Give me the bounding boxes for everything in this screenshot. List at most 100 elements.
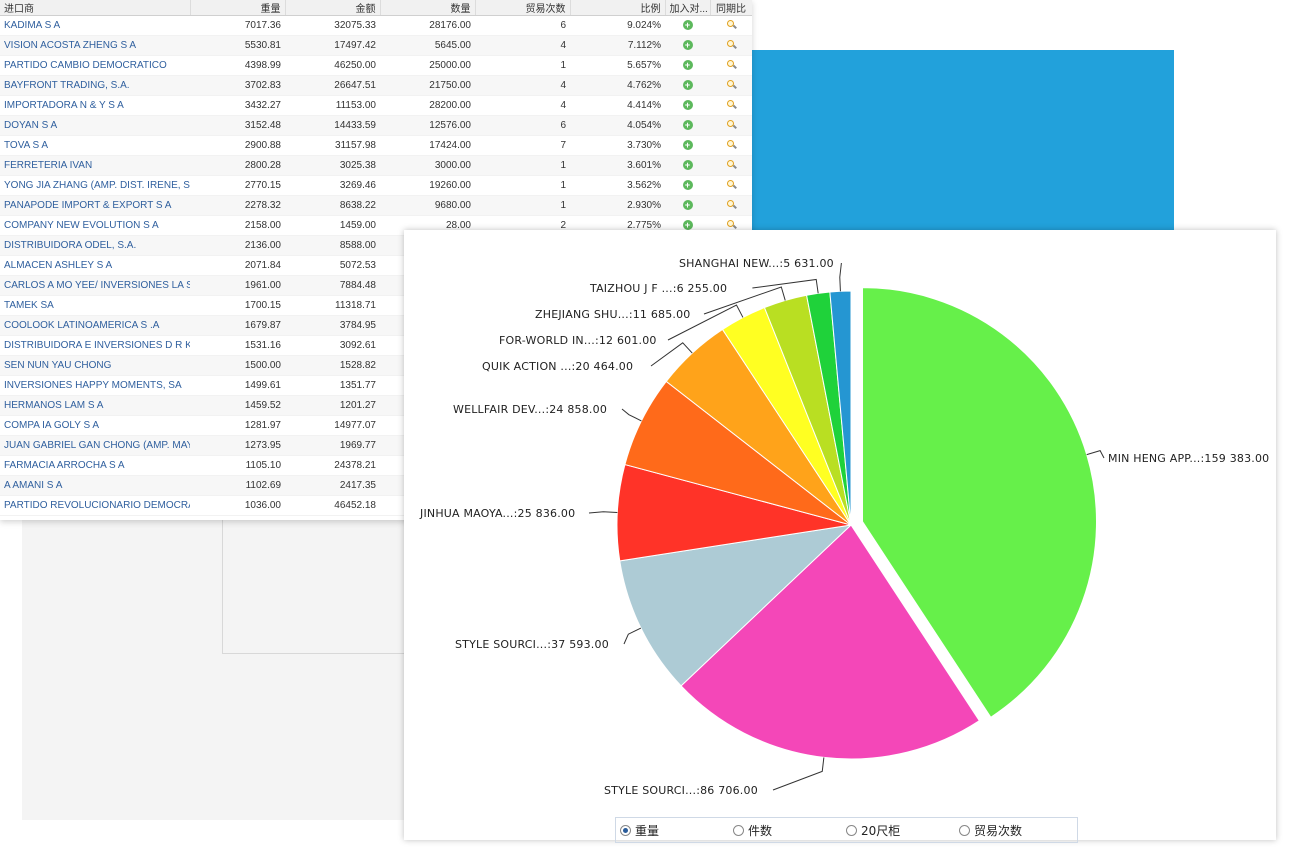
label-connector <box>1086 449 1105 459</box>
radio-pieces[interactable] <box>733 825 744 836</box>
table-row: IMPORTADORA N & Y S A 3432.27 11153.00 2820… <box>0 95 752 116</box>
quantity-cell: 3000.00 <box>380 155 475 176</box>
magnifier-icon[interactable] <box>726 99 736 109</box>
importer-name[interactable]: PANAPODE IMPORT & EXPORT S A <box>0 195 190 216</box>
blue-backdrop-block <box>748 50 1174 230</box>
weight-cell: 2136.00 <box>190 235 285 256</box>
importer-name[interactable]: BAYFRONT TRADING, S.A. <box>0 75 190 96</box>
importer-name[interactable]: COOLOOK LATINOAMERICA S .A <box>0 315 190 336</box>
period-compare-cell <box>710 95 752 116</box>
plus-circle-icon[interactable]: + <box>682 60 693 70</box>
plus-circle-icon[interactable]: + <box>682 120 693 130</box>
add-compare-cell: + <box>665 95 710 116</box>
magnifier-icon[interactable] <box>726 39 736 49</box>
slice-label: JINHUA MAOYA...:25 836.00 <box>419 507 575 520</box>
magnifier-icon[interactable] <box>726 159 736 169</box>
importer-name[interactable]: ALMACEN ASHLEY S A <box>0 255 190 276</box>
magnifier-icon[interactable] <box>726 119 736 129</box>
magnifier-icon[interactable] <box>726 139 736 149</box>
plus-circle-icon[interactable]: + <box>682 160 693 170</box>
radio-20ft-container[interactable] <box>846 825 857 836</box>
importer-name[interactable]: COMPA IA GOLY S A <box>0 415 190 436</box>
importer-name[interactable]: PARTIDO REVOLUCIONARIO DEMOCRAT... <box>0 495 190 516</box>
importer-name[interactable]: COMPANY NEW EVOLUTION S A <box>0 215 190 236</box>
header-amount[interactable]: 金额 <box>285 0 381 16</box>
magnifier-icon[interactable] <box>726 79 736 89</box>
plus-circle-icon[interactable]: + <box>682 220 693 230</box>
importer-name[interactable]: HERMANOS LAM S A <box>0 395 190 416</box>
ratio-cell: 4.054% <box>570 115 665 136</box>
plus-circle-icon[interactable]: + <box>682 80 693 90</box>
slice-label: WELLFAIR DEV...:24 858.00 <box>453 403 607 416</box>
option-pieces[interactable]: 件数 <box>733 822 772 839</box>
option-weight[interactable]: 重量 <box>620 822 659 839</box>
plus-circle-icon[interactable]: + <box>682 20 693 30</box>
pie-chart: MIN HENG APP...:159 383.00 STYLE SOURCI..… <box>419 257 1269 797</box>
add-compare-cell: + <box>665 155 710 176</box>
plus-circle-icon[interactable]: + <box>682 180 693 190</box>
plus-circle-icon[interactable]: + <box>682 200 693 210</box>
ratio-cell: 3.562% <box>570 175 665 196</box>
importer-name[interactable]: DOYAN S A <box>0 115 190 136</box>
plus-circle-icon[interactable]: + <box>682 40 693 50</box>
weight-cell: 2770.15 <box>190 175 285 196</box>
amount-cell: 32075.33 <box>285 15 380 36</box>
quantity-cell: 17424.00 <box>380 135 475 156</box>
importer-name[interactable]: FARMACIA ARROCHA S A <box>0 455 190 476</box>
importer-name[interactable]: SEN NUN YAU CHONG <box>0 355 190 376</box>
importer-name[interactable]: DISTRIBUIDORA ODEL, S.A. <box>0 235 190 256</box>
amount-cell: 3025.38 <box>285 155 380 176</box>
weight-cell: 1105.10 <box>190 455 285 476</box>
header-importer[interactable]: 进口商 <box>0 0 191 16</box>
weight-cell: 4398.99 <box>190 55 285 76</box>
importer-name[interactable]: KADIMA S A <box>0 15 190 36</box>
amount-cell: 5072.53 <box>285 255 380 276</box>
importer-name[interactable]: TAMEK SA <box>0 295 190 316</box>
magnifier-icon[interactable] <box>726 19 736 29</box>
empty-frame <box>222 500 414 654</box>
plus-circle-icon[interactable]: + <box>682 100 693 110</box>
importer-name[interactable]: YONG JIA ZHANG (AMP. DIST. IRENE, S.... <box>0 175 190 196</box>
importer-name[interactable]: FERRETERIA IVAN <box>0 155 190 176</box>
magnifier-icon[interactable] <box>726 219 736 229</box>
importer-name[interactable]: CARLOS A MO YEE/ INVERSIONES LA SI... <box>0 275 190 296</box>
table-row: YONG JIA ZHANG (AMP. DIST. IRENE, S.... 2… <box>0 175 752 196</box>
importer-name[interactable]: INVERSIONES HAPPY MOMENTS, SA <box>0 375 190 396</box>
weight-cell: 1459.52 <box>190 395 285 416</box>
header-weight[interactable]: 重量 <box>190 0 286 16</box>
quantity-cell: 21750.00 <box>380 75 475 96</box>
amount-cell: 14433.59 <box>285 115 380 136</box>
importer-name[interactable]: JUAN GABRIEL GAN CHONG (AMP. MAYO... <box>0 435 190 456</box>
importer-name[interactable]: TOVA S A <box>0 135 190 156</box>
table-row: KADIMA S A 7017.36 32075.33 28176.00 6 9.024%… <box>0 15 752 36</box>
radio-weight[interactable] <box>620 825 631 836</box>
importer-name[interactable]: DISTRIBUIDORA E INVERSIONES D R K ... <box>0 335 190 356</box>
magnifier-icon[interactable] <box>726 199 736 209</box>
add-compare-cell: + <box>665 175 710 196</box>
ratio-cell: 2.930% <box>570 195 665 216</box>
magnifier-icon[interactable] <box>726 179 736 189</box>
table-row: DOYAN S A 3152.48 14433.59 12576.00 6 4.054% + <box>0 115 752 136</box>
slice-label: STYLE SOURCI...:37 593.00 <box>455 638 609 651</box>
amount-cell: 11318.71 <box>285 295 380 316</box>
magnifier-icon[interactable] <box>726 59 736 69</box>
header-period-compare[interactable]: 同期比 <box>710 0 752 16</box>
amount-cell: 46250.00 <box>285 55 380 76</box>
measure-selector: 重量 件数 20尺柜 贸易次数 <box>615 817 1078 843</box>
trade-count-cell: 1 <box>475 55 570 76</box>
importer-name[interactable]: VISION ACOSTA ZHENG S A <box>0 35 190 56</box>
header-add-compare[interactable]: 加入对... <box>665 0 711 16</box>
radio-trade-count[interactable] <box>959 825 970 836</box>
weight-cell: 1679.87 <box>190 315 285 336</box>
header-ratio[interactable]: 比例 <box>570 0 666 16</box>
header-trade-count[interactable]: 贸易次数 <box>475 0 571 16</box>
plus-circle-icon[interactable]: + <box>682 140 693 150</box>
importer-name[interactable]: IMPORTADORA N & Y S A <box>0 95 190 116</box>
importer-name[interactable]: A AMANI S A <box>0 475 190 496</box>
trade-count-cell: 1 <box>475 155 570 176</box>
importer-name[interactable]: PARTIDO CAMBIO DEMOCRATICO <box>0 55 190 76</box>
option-trade-count[interactable]: 贸易次数 <box>959 822 1022 839</box>
option-20ft-container[interactable]: 20尺柜 <box>846 822 900 839</box>
header-quantity[interactable]: 数量 <box>380 0 476 16</box>
slice-label: TAIZHOU J F ...:6 255.00 <box>589 282 727 295</box>
